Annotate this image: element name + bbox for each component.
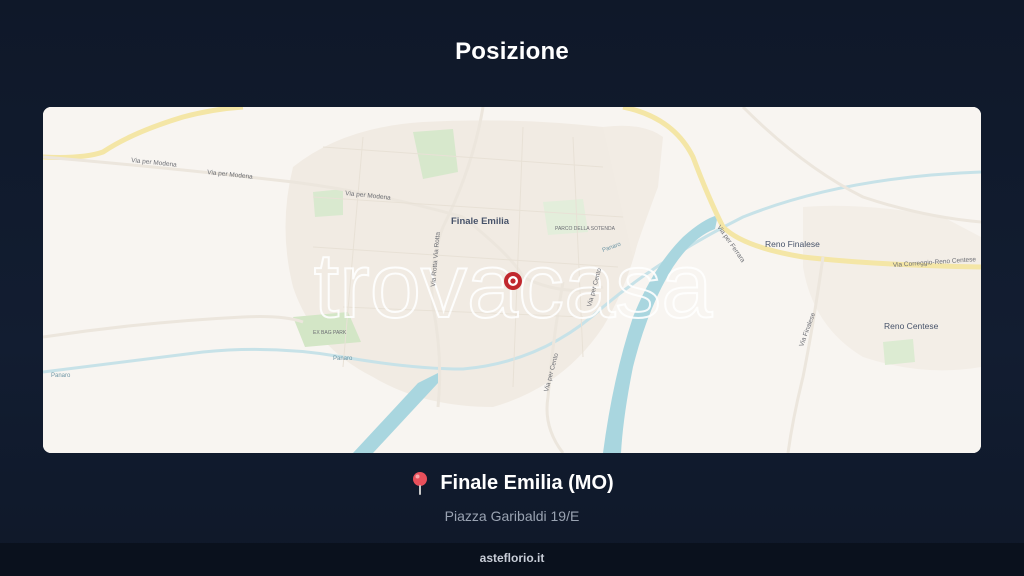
label-reno-centese: Reno Centese bbox=[884, 321, 939, 331]
label-panaro: Panaro bbox=[51, 373, 71, 379]
label-ex-bag-park: EX BAG PARK bbox=[313, 330, 347, 336]
location-address: Piazza Garibaldi 19/E bbox=[444, 508, 580, 524]
location-info: Finale Emilia (MO) Piazza Garibaldi 19/E bbox=[0, 471, 1024, 524]
map-canvas[interactable]: trovacasa Finale Emilia Reno Finalese Re… bbox=[43, 107, 981, 453]
label-panaro-2: Panaro bbox=[333, 356, 353, 362]
location-page: Posizione Finale Emilia Reno Finalese Re… bbox=[0, 0, 1024, 576]
map-pin-icon bbox=[410, 471, 430, 495]
park-small bbox=[313, 189, 343, 217]
location-city-line: Finale Emilia (MO) bbox=[410, 471, 614, 495]
location-city: Finale Emilia (MO) bbox=[440, 471, 614, 494]
location-marker[interactable] bbox=[504, 272, 522, 290]
park-reno bbox=[883, 339, 915, 365]
page-title: Posizione bbox=[455, 38, 569, 65]
map-panel[interactable]: trovacasa Finale Emilia Reno Finalese Re… bbox=[43, 107, 981, 453]
footer: asteflorio.it bbox=[0, 543, 1024, 576]
label-parco: PARCO DELLA SOTENDA bbox=[555, 226, 616, 232]
label-town: Finale Emilia bbox=[451, 216, 510, 227]
footer-site[interactable]: asteflorio.it bbox=[480, 551, 545, 565]
label-reno-finalese: Reno Finalese bbox=[765, 239, 820, 249]
